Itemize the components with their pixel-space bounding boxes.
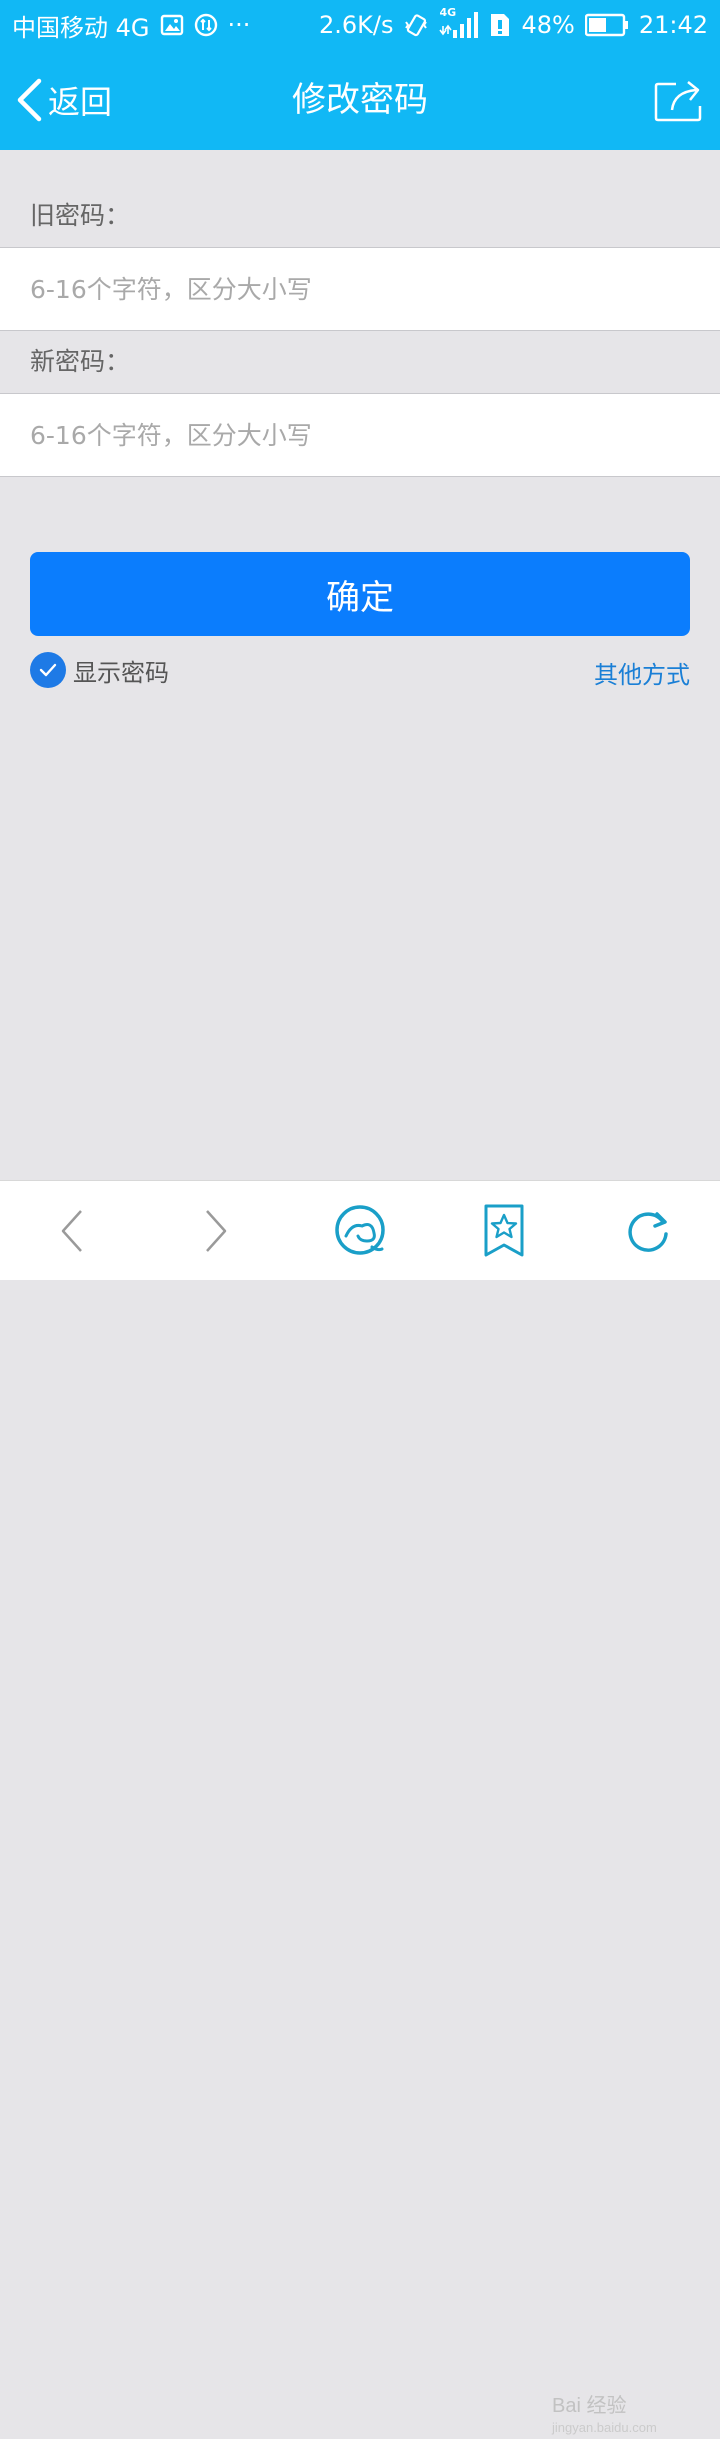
checkmark-icon: [39, 663, 57, 677]
old-password-row: [0, 247, 720, 331]
show-password-label: 显示密码: [73, 658, 169, 687]
watermark: Bai 经验 jingyan.baidu.com: [552, 2395, 657, 2439]
watermark-url: jingyan.baidu.com: [552, 2420, 657, 2435]
battery-percent: 48%: [521, 11, 575, 39]
show-password-checkbox[interactable]: [30, 652, 66, 688]
image-icon: [160, 13, 184, 37]
share-icon: [654, 81, 702, 122]
home-icon: [335, 1205, 385, 1255]
network-badge: 4G: [439, 6, 457, 19]
other-methods-link[interactable]: 其他方式: [594, 655, 690, 690]
battery-icon: [584, 13, 629, 37]
clock: 21:42: [638, 11, 708, 39]
status-right: 2.6K/s 4G 48% 21:42: [318, 6, 720, 40]
browser-home-button[interactable]: [330, 1203, 390, 1259]
network-speed: 2.6K/s: [318, 11, 394, 39]
bottom-toolbar: Bai 经验 jingyan.baidu.com: [0, 1180, 720, 2435]
signal-icon: 4G: [439, 6, 479, 40]
browser-back-button[interactable]: [42, 1203, 102, 1259]
share-button[interactable]: [654, 78, 706, 122]
bookmark-star-icon: [484, 1204, 524, 1257]
status-dots: ···: [227, 11, 251, 39]
refresh-button[interactable]: [618, 1203, 678, 1259]
watermark-brand: Bai 经验: [552, 2395, 627, 2417]
show-password-toggle[interactable]: 显示密码: [30, 652, 169, 688]
sync-icon: [194, 13, 218, 37]
sim-alert-icon: [489, 12, 511, 38]
page-title: 修改密码: [292, 80, 428, 120]
forward-icon: [206, 1210, 227, 1252]
vibrate-icon: [403, 12, 429, 38]
confirm-button[interactable]: 确定: [30, 552, 690, 636]
status-left: 中国移动 4G ···: [0, 8, 250, 43]
status-bar: 中国移动 4G ··· 2.6K/s 4G 48% 21:42: [0, 0, 720, 50]
old-password-label: 旧密码：: [30, 201, 131, 230]
old-password-input[interactable]: [30, 248, 690, 330]
nav-bar: 返回 修改密码: [0, 50, 720, 150]
new-password-label: 新密码：: [30, 347, 131, 376]
new-password-row: [0, 393, 720, 477]
new-password-input[interactable]: [30, 394, 690, 476]
browser-forward-button[interactable]: [186, 1203, 246, 1259]
refresh-icon: [628, 1212, 668, 1252]
back-icon: [61, 1210, 82, 1252]
carrier-label: 中国移动 4G: [12, 13, 150, 42]
bookmark-button[interactable]: [474, 1203, 534, 1259]
